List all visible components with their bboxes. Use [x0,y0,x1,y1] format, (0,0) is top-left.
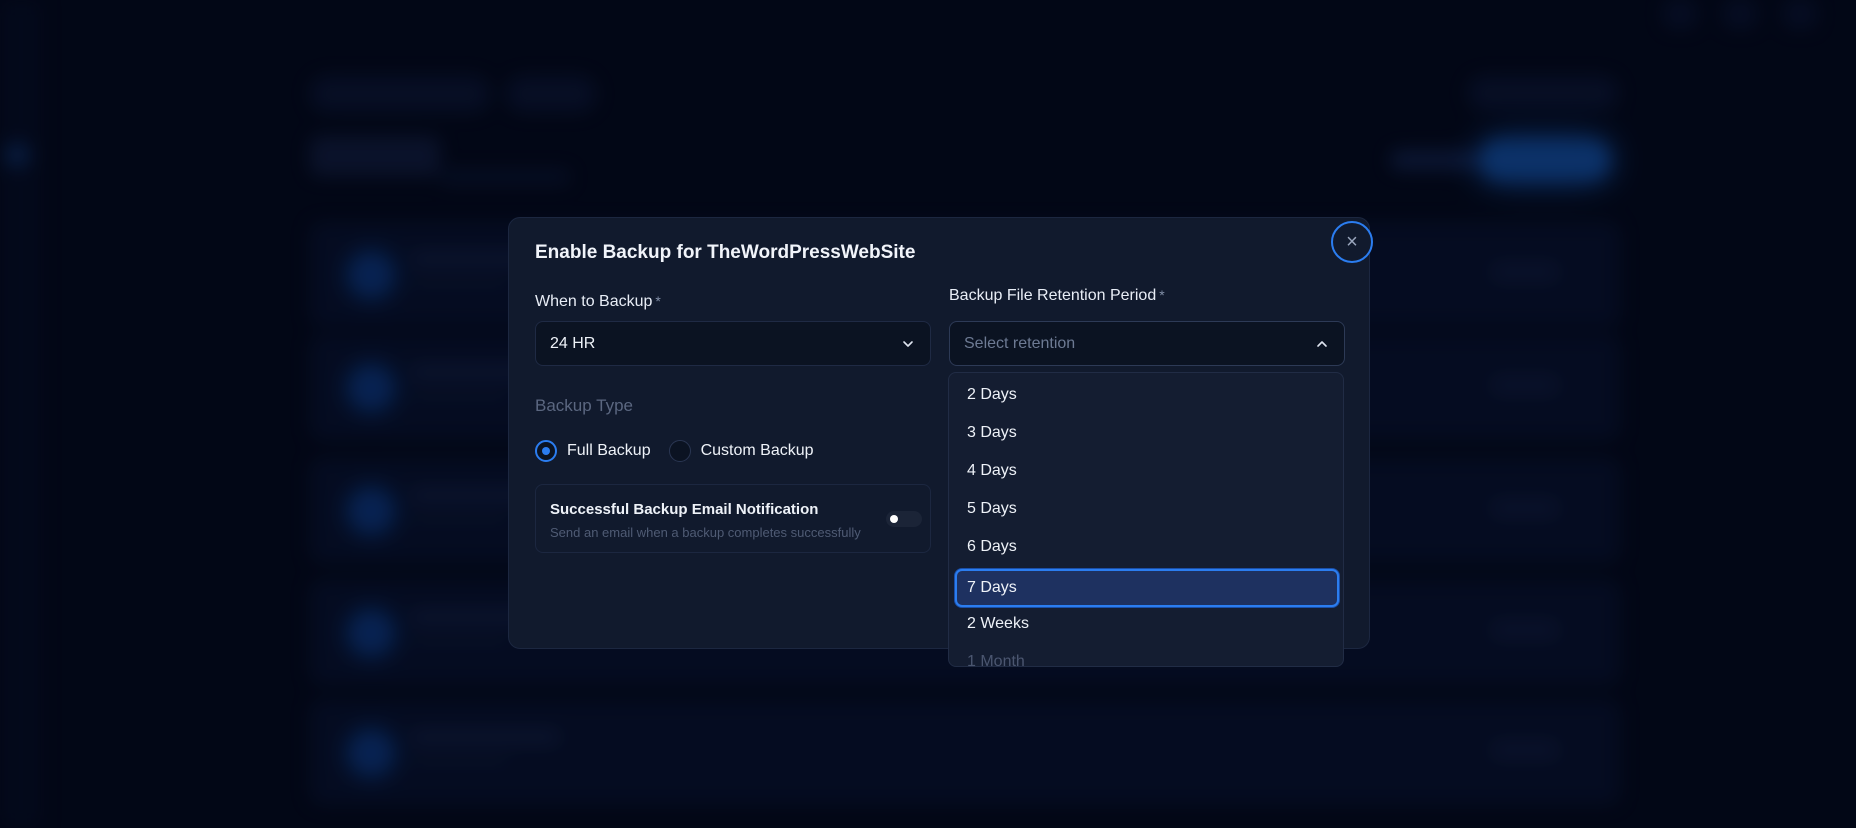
email-notification-card: Successful Backup Email Notification Sen… [535,484,931,553]
retention-option[interactable]: 6 Days [955,528,1339,566]
retention-option[interactable]: 2 Days [955,376,1339,414]
email-notification-title: Successful Backup Email Notification [550,501,819,518]
required-mark: * [1159,287,1165,303]
radio-circle [535,440,557,462]
email-notification-toggle[interactable] [886,511,922,527]
modal-title: Enable Backup for TheWordPressWebSite [535,242,916,263]
retention-period-label-text: Backup File Retention Period [949,287,1157,304]
when-to-backup-label: When to Backup * [535,293,661,311]
email-notification-description: Send an email when a backup completes su… [550,525,861,540]
retention-dropdown-menu: 2 Days 3 Days 4 Days 5 Days 6 Days 7 Day… [948,372,1344,667]
when-to-backup-select[interactable]: 24 HR [535,321,931,366]
full-backup-radio[interactable]: Full Backup [535,440,651,462]
close-button[interactable]: × [1331,221,1373,263]
chevron-down-icon [903,340,913,347]
when-to-backup-value: 24 HR [550,334,596,352]
retention-option[interactable]: 5 Days [955,490,1339,528]
retention-placeholder: Select retention [964,334,1076,352]
retention-option[interactable]: 1 Month [955,643,1339,666]
when-to-backup-label-text: When to Backup [535,293,653,310]
required-mark: * [655,293,661,309]
custom-backup-radio[interactable]: Custom Backup [668,440,814,462]
retention-option[interactable]: 3 Days [955,414,1339,452]
retention-option[interactable]: 4 Days [955,452,1339,490]
retention-option-highlighted[interactable]: 7 Days [955,569,1339,607]
chevron-up-icon [1317,340,1327,347]
retention-period-select[interactable]: Select retention [949,321,1345,366]
backup-type-radio-group: Full Backup Custom Backup [535,440,832,462]
retention-option[interactable]: 2 Weeks [955,605,1339,643]
close-icon: × [1346,230,1358,253]
full-backup-label: Full Backup [567,442,651,459]
retention-period-label: Backup File Retention Period * [949,287,1165,305]
backup-type-label: Backup Type [535,396,633,415]
radio-circle [668,440,691,462]
toggle-knob [890,515,898,523]
custom-backup-label: Custom Backup [700,442,814,459]
